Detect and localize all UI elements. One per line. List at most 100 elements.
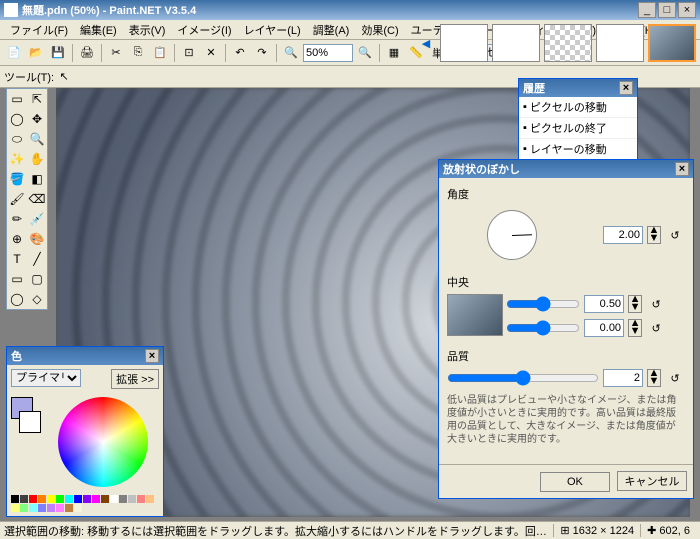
clone-tool[interactable]: ⊕ (7, 229, 27, 249)
ok-button[interactable]: OK (540, 472, 610, 492)
cut-button[interactable]: ✂ (106, 43, 126, 63)
palette-color[interactable] (65, 495, 73, 503)
angle-reset-button[interactable]: ↺ (665, 225, 685, 245)
palette-color[interactable] (11, 504, 19, 512)
secondary-color-swatch[interactable] (19, 411, 41, 433)
palette-color[interactable] (83, 495, 91, 503)
menu-view[interactable]: 表示(V) (123, 20, 172, 40)
pan-tool[interactable]: ✋ (27, 149, 47, 169)
brush-tool[interactable]: 🖌 (7, 189, 27, 209)
undo-button[interactable]: ↶ (230, 43, 250, 63)
gradient-tool[interactable]: ◧ (27, 169, 47, 189)
crop-button[interactable]: ⊡ (179, 43, 199, 63)
menu-layers[interactable]: レイヤー(L) (238, 20, 307, 40)
rect-tool[interactable]: ▭ (7, 269, 27, 289)
palette-color[interactable] (47, 495, 55, 503)
move-select-tool[interactable]: ⇱ (27, 89, 47, 109)
maximize-button[interactable]: □ (658, 2, 676, 18)
colors-expand-button[interactable]: 拡張 >> (111, 369, 159, 389)
center-y-reset-button[interactable]: ↺ (646, 318, 666, 338)
eraser-tool[interactable]: ⌫ (27, 189, 47, 209)
bucket-tool[interactable]: 🪣 (7, 169, 27, 189)
center-x-input[interactable] (584, 295, 624, 313)
angle-dial[interactable] (487, 210, 537, 260)
palette-color[interactable] (146, 495, 154, 503)
doc-thumb-3[interactable] (544, 24, 592, 62)
palette-color[interactable] (56, 495, 64, 503)
redo-button[interactable]: ↷ (252, 43, 272, 63)
menu-image[interactable]: イメージ(I) (171, 20, 237, 40)
zoom-input[interactable] (303, 44, 353, 62)
cancel-button[interactable]: キャンセル (617, 471, 687, 491)
palette-color[interactable] (110, 495, 118, 503)
current-tool-icon[interactable]: ↖ (54, 67, 74, 87)
palette-color[interactable] (137, 495, 145, 503)
shape-tool[interactable]: ◇ (27, 289, 47, 309)
paste-button[interactable]: 📋 (150, 43, 170, 63)
ellipse-select-tool[interactable]: ⬭ (7, 129, 27, 149)
minimize-button[interactable]: _ (638, 2, 656, 18)
palette-color[interactable] (65, 504, 73, 512)
palette-color[interactable] (38, 495, 46, 503)
palette-color[interactable] (47, 504, 55, 512)
angle-spinner[interactable]: ▲▼ (647, 226, 661, 244)
quality-slider[interactable] (447, 370, 599, 386)
zoom-tool[interactable]: 🔍 (27, 129, 47, 149)
menu-file[interactable]: ファイル(F) (4, 20, 74, 40)
dialog-close-button[interactable]: × (675, 162, 689, 176)
picker-tool[interactable]: 💉 (27, 209, 47, 229)
rect-select-tool[interactable]: ▭ (7, 89, 27, 109)
roundrect-tool[interactable]: ▢ (27, 269, 47, 289)
palette-color[interactable] (74, 504, 82, 512)
doc-thumb-1[interactable] (440, 24, 488, 62)
history-item[interactable]: ▪レイヤーの移動 (519, 139, 637, 160)
center-preview[interactable] (447, 294, 503, 336)
center-x-slider[interactable] (506, 296, 580, 312)
color-mode-select[interactable]: プライマリ色 (11, 369, 81, 387)
palette-color[interactable] (29, 504, 37, 512)
menu-adjust[interactable]: 調整(A) (307, 20, 356, 40)
palette-color[interactable] (20, 504, 28, 512)
center-y-slider[interactable] (506, 320, 580, 336)
save-button[interactable]: 💾 (48, 43, 68, 63)
zoom-in-button[interactable]: 🔍 (355, 43, 375, 63)
line-tool[interactable]: ╱ (27, 249, 47, 269)
palette-color[interactable] (11, 495, 19, 503)
palette-color[interactable] (56, 504, 64, 512)
palette-color[interactable] (119, 495, 127, 503)
center-y-input[interactable] (584, 319, 624, 337)
palette-color[interactable] (29, 495, 37, 503)
quality-reset-button[interactable]: ↺ (665, 368, 685, 388)
new-button[interactable]: 📄 (4, 43, 24, 63)
color-wheel[interactable] (58, 397, 148, 487)
move-tool[interactable]: ✥ (27, 109, 47, 129)
print-button[interactable]: 🖨 (77, 43, 97, 63)
menu-edit[interactable]: 編集(E) (74, 20, 123, 40)
pencil-tool[interactable]: ✏ (7, 209, 27, 229)
doc-thumb-4[interactable] (596, 24, 644, 62)
close-button[interactable]: × (678, 2, 696, 18)
colors-close-button[interactable]: × (145, 349, 159, 363)
history-item[interactable]: ▪ピクセルの移動 (519, 97, 637, 118)
lasso-tool[interactable]: ◯ (7, 109, 27, 129)
magic-wand-tool[interactable]: ✨ (7, 149, 27, 169)
center-x-spinner[interactable]: ▲▼ (628, 295, 642, 313)
menu-effects[interactable]: 効果(C) (355, 20, 404, 40)
recolor-tool[interactable]: 🎨 (27, 229, 47, 249)
center-y-spinner[interactable]: ▲▼ (628, 319, 642, 337)
palette-color[interactable] (38, 504, 46, 512)
open-button[interactable]: 📂 (26, 43, 46, 63)
quality-spinner[interactable]: ▲▼ (647, 369, 661, 387)
ellipse-tool[interactable]: ◯ (7, 289, 27, 309)
text-tool[interactable]: T (7, 249, 27, 269)
palette-color[interactable] (92, 495, 100, 503)
grid-button[interactable]: ▦ (384, 43, 404, 63)
palette-color[interactable] (128, 495, 136, 503)
deselect-button[interactable]: ✕ (201, 43, 221, 63)
palette-color[interactable] (20, 495, 28, 503)
history-close-button[interactable]: × (619, 81, 633, 95)
history-item[interactable]: ▪ピクセルの終了 (519, 118, 637, 139)
center-x-reset-button[interactable]: ↺ (646, 294, 666, 314)
palette-color[interactable] (101, 495, 109, 503)
quality-input[interactable] (603, 369, 643, 387)
